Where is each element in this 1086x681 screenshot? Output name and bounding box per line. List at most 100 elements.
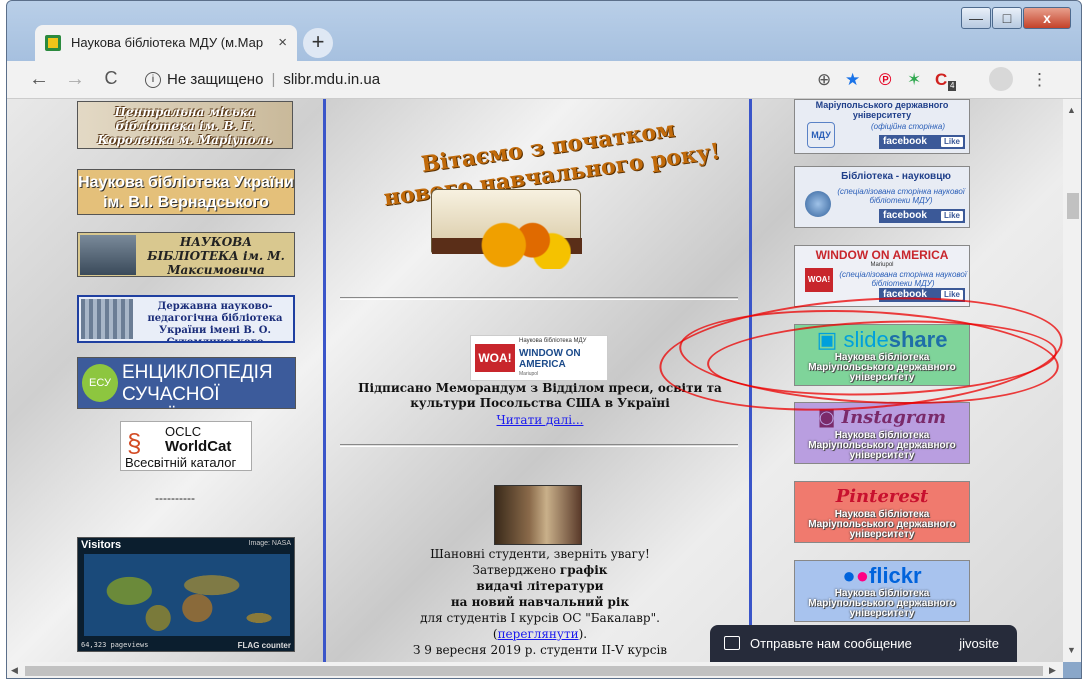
reload-button[interactable]: C xyxy=(99,68,123,89)
instagram-caption: Наукова бібліотека Маріупольського держа… xyxy=(808,430,956,461)
memorandum-text: Підписано Меморандум з Відділом преси, о… xyxy=(358,381,722,410)
message-icon xyxy=(724,636,740,650)
autumn-leaves-image xyxy=(475,221,571,269)
visitors-image-credit: Image: NASA xyxy=(248,540,291,547)
flickr-dot-pink-icon: ● xyxy=(855,563,869,588)
tab-title: Наукова бібліотека МДУ (м.Мар xyxy=(71,35,264,50)
notice-line-4: на новий навчальний рік xyxy=(450,595,630,609)
bib-subtitle: (спеціалізована сторінка наукової бібліо… xyxy=(837,187,965,205)
close-window-button[interactable]: x xyxy=(1023,7,1071,29)
read-more-link[interactable]: Читати далі... xyxy=(343,413,737,427)
extension-badge: 4 xyxy=(948,81,957,91)
esu-logo-icon: ЕСУ xyxy=(82,364,118,402)
notice-approved: Затверджено xyxy=(472,563,557,577)
horizontal-scroll-thumb[interactable] xyxy=(25,666,1043,676)
sukhomlynsky-library-banner[interactable]: Державна науково-педагогічна бібліотека … xyxy=(77,295,295,343)
library-columns-image xyxy=(81,299,133,339)
scroll-down-icon[interactable]: ▼ xyxy=(1067,645,1076,655)
minimize-button[interactable]: — xyxy=(961,7,991,29)
notice-schedule: графік xyxy=(559,563,608,577)
worldcat-name: WorldCat xyxy=(165,438,232,455)
scroll-up-icon[interactable]: ▲ xyxy=(1067,105,1076,115)
mdu-facebook-banner[interactable]: Маріупольського державного університету … xyxy=(794,99,970,154)
like-label: Like xyxy=(940,211,963,221)
security-label: Не защищено xyxy=(167,71,264,88)
extension-c-icon[interactable]: C xyxy=(935,70,947,90)
worldcat-caption: Всесвітній каталог xyxy=(125,455,237,470)
visitors-title: Visitors xyxy=(81,539,122,551)
flickr-text: flickr xyxy=(869,563,922,588)
worldcat-oclc: OCLC xyxy=(165,424,202,439)
encyclopedia-banner[interactable]: ЕСУ ЕНЦИКЛОПЕДІЯ СУЧАСНОЇ УКРАЇНИ xyxy=(77,357,296,409)
dashes-divider: ---------- xyxy=(155,491,195,505)
facebook-like-button[interactable]: facebook Like xyxy=(879,288,965,302)
flickr-caption: Наукова бібліотека Маріупольського держа… xyxy=(808,588,956,619)
forward-button[interactable]: → xyxy=(63,68,87,91)
slideshare-icon: ▣ xyxy=(816,327,844,352)
address-bar[interactable]: i Не защищено | slibr.mdu.in.ua xyxy=(145,66,825,94)
chat-widget[interactable]: Отправьте нам сообщение jivosite xyxy=(710,625,1017,662)
tab-close-icon[interactable]: × xyxy=(278,25,287,61)
scroll-right-icon[interactable]: ▶ xyxy=(1049,665,1056,676)
vertical-scroll-thumb[interactable] xyxy=(1067,193,1079,219)
tab-strip: Наукова бібліотека МДУ (м.Мар × + — □ x xyxy=(7,1,1081,61)
woa-banner-title: WINDOW ON AMERICA xyxy=(815,248,949,262)
back-button[interactable]: ← xyxy=(27,68,51,91)
info-icon[interactable]: i xyxy=(145,72,161,89)
instagram-banner[interactable]: ◙ Instagram Наукова бібліотека Маріуполь… xyxy=(794,402,970,464)
maximize-button[interactable]: □ xyxy=(992,7,1022,29)
slideshare-text-b: share xyxy=(888,327,948,352)
slideshare-text-a: slide xyxy=(843,327,889,352)
menu-icon[interactable]: ⋮ xyxy=(1031,70,1048,90)
worldcat-banner[interactable]: § OCLC WorldCat Всесвітній каталог xyxy=(120,421,252,471)
bookmark-star-icon[interactable]: ★ xyxy=(845,70,860,90)
pinterest-caption: Наукова бібліотека Маріупольського держа… xyxy=(808,509,956,540)
books-image xyxy=(494,485,582,545)
woa-main-text: WINDOW ON AMERICA xyxy=(519,348,581,370)
profile-avatar-icon[interactable] xyxy=(989,67,1013,91)
notice-line-5: для студентів І курсів ОС "Бакалавр". xyxy=(420,611,660,625)
jivosite-brand: jivosite xyxy=(959,636,999,651)
window-on-america-logo[interactable]: Наукова бібліотека МДУ WOA! WINDOW ON AM… xyxy=(470,335,608,381)
maksymovych-library-banner[interactable]: НАУКОВА БІБЛІОТЕКА ім. М. Максимовича xyxy=(77,232,295,277)
woa-banner-logo-icon: WOA! xyxy=(805,268,833,292)
mdu-title: Маріупольського державного університету xyxy=(815,100,949,120)
left-column-separator xyxy=(323,99,326,662)
zoom-icon[interactable]: ⊕ xyxy=(817,70,831,90)
woa-header: Наукова бібліотека МДУ xyxy=(519,338,587,344)
library-for-scientists-banner[interactable]: Бібліотека - науковцю (спеціалізована ст… xyxy=(794,166,970,228)
library-building-image xyxy=(80,235,136,275)
browser-toolbar: ← → C i Не защищено | slibr.mdu.in.ua ⊕ ★ ℗… xyxy=(7,61,1081,99)
notice-line-1: Шановні студенти, зверніть увагу! xyxy=(430,547,650,561)
notice-line-3: видачі літератури xyxy=(476,579,604,593)
horizontal-scrollbar[interactable]: ◀ ▶ xyxy=(7,662,1063,678)
notice-line-6: (переглянути). xyxy=(343,626,737,642)
instagram-logo: ◙ Instagram xyxy=(795,405,969,431)
window-on-america-banner[interactable]: WINDOW ON AMERICA Mariupol WOA! (спеціал… xyxy=(794,245,970,307)
slideshare-banner[interactable]: ▣ slideshare Наукова бібліотека Маріупол… xyxy=(794,324,970,386)
vernadsky-library-banner[interactable]: Наукова бібліотека України ім. В.І. Верн… xyxy=(77,169,295,215)
browser-tab[interactable]: Наукова бібліотека МДУ (м.Мар × xyxy=(35,25,297,61)
facebook-like-button[interactable]: facebook Like xyxy=(879,135,965,149)
browser-window: Наукова бібліотека МДУ (м.Мар × + — □ x … xyxy=(6,0,1082,679)
scroll-left-icon[interactable]: ◀ xyxy=(11,665,18,676)
like-label: Like xyxy=(940,290,963,300)
woa-sub-text: Mariupol xyxy=(519,371,539,377)
pinterest-extension-icon[interactable]: ℗ xyxy=(879,70,892,90)
like-label: Like xyxy=(940,137,963,147)
flickr-banner[interactable]: ●●flickr Наукова бібліотека Маріупольськ… xyxy=(794,560,970,622)
encyclopedia-line2: СУЧАСНОЇ УКРАЇНИ xyxy=(122,384,220,408)
mdu-logo-icon: МДУ xyxy=(807,122,835,148)
encyclopedia-line1: ЕНЦИКЛОПЕДІЯ xyxy=(122,362,273,383)
new-tab-button[interactable]: + xyxy=(303,28,333,58)
woa-banner-subtitle: (спеціалізована сторінка наукової бібліо… xyxy=(839,270,967,288)
address-separator: | xyxy=(271,71,276,88)
pinwheel-extension-icon[interactable]: ✶ xyxy=(907,70,921,90)
facebook-like-button[interactable]: facebook Like xyxy=(879,209,965,223)
view-schedule-link[interactable]: переглянути xyxy=(498,627,579,641)
visitors-flag-counter[interactable]: Visitors Image: NASA 64,323 pageviews FL… xyxy=(77,537,295,652)
page-viewport: Центральна міська бібліотека ім. В. Г. К… xyxy=(7,99,1063,662)
korolenko-library-banner[interactable]: Центральна міська бібліотека ім. В. Г. К… xyxy=(77,101,293,149)
pinterest-banner[interactable]: Pinterest Наукова бібліотека Маріупольсь… xyxy=(794,481,970,543)
vertical-scrollbar[interactable]: ▲ ▼ xyxy=(1063,99,1081,662)
